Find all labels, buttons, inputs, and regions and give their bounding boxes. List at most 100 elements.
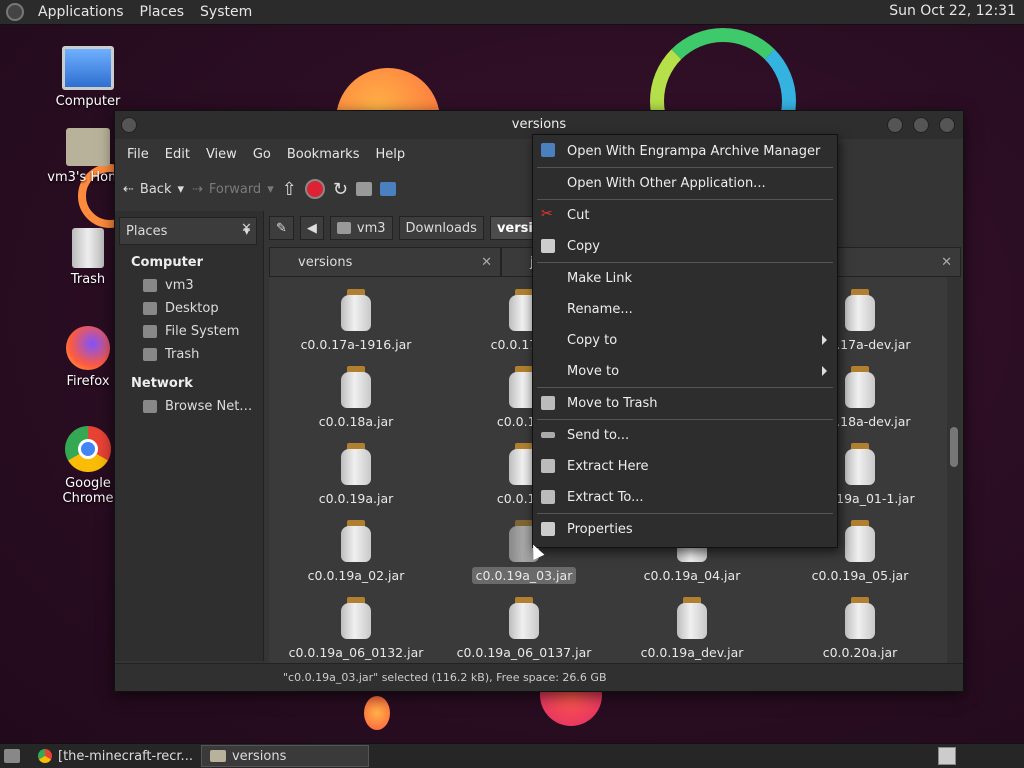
jar-file-icon — [509, 597, 539, 639]
menu-move-to-trash[interactable]: Move to Trash — [533, 388, 837, 419]
tab-close-icon[interactable]: ✕ — [481, 248, 492, 278]
close-icon[interactable] — [939, 117, 955, 133]
menu-copy[interactable]: Copy — [533, 231, 837, 262]
sidebar-section-computer: Computer — [131, 255, 204, 270]
show-desktop-icon[interactable] — [4, 749, 20, 763]
back-label: Back — [139, 181, 172, 197]
reload-icon[interactable]: ↻ — [333, 179, 348, 200]
trash-icon — [143, 348, 157, 361]
sidebar-item-vm3[interactable]: vm3 — [143, 274, 263, 297]
taskbar-item-versions[interactable]: versions — [200, 745, 369, 767]
file-item[interactable]: c0.0.20a.jar — [785, 597, 935, 660]
menu-cut[interactable]: ✂ Cut — [533, 200, 837, 231]
home-icon — [143, 279, 157, 292]
places-menu[interactable]: Places — [132, 4, 193, 20]
home-icon[interactable] — [355, 182, 372, 196]
edit-location-icon[interactable]: ✎ — [269, 216, 294, 240]
sidebar-close-icon[interactable]: ✕ — [241, 221, 252, 236]
vertical-scrollbar[interactable] — [947, 277, 961, 663]
trash-icon — [541, 396, 555, 410]
file-label: c0.0.18a.jar — [318, 414, 394, 429]
desktop-icon-label: Firefox — [66, 374, 110, 389]
jar-file-icon — [677, 597, 707, 639]
file-item[interactable]: c0.0.19a_dev.jar — [617, 597, 767, 660]
menu-help[interactable]: Help — [367, 147, 413, 162]
menu-open-with-engrampa[interactable]: Open With Engrampa Archive Manager — [533, 135, 837, 167]
chrome-icon — [65, 426, 111, 472]
submenu-arrow-icon — [822, 335, 827, 345]
window-menu-icon[interactable] — [121, 117, 137, 133]
path-vm3-button[interactable]: vm3 — [329, 216, 393, 240]
path-left-arrow-icon[interactable]: ◀ — [299, 216, 324, 240]
forward-dropdown-icon[interactable]: ▾ — [267, 182, 274, 197]
system-menu[interactable]: System — [192, 4, 260, 20]
maximize-icon[interactable] — [913, 117, 929, 133]
taskbar-item-chrome[interactable]: [the-minecraft-recr... — [30, 746, 201, 766]
file-item[interactable]: c0.0.19a_06_0132.jar — [281, 597, 431, 660]
menu-item-label: Make Link — [567, 271, 632, 286]
sidebar: Places ▾ Computer vm3 Desktop File Syste… — [115, 211, 264, 661]
tab-label: versions — [298, 255, 353, 270]
menu-extract-here[interactable]: Extract Here — [533, 451, 837, 482]
sidebar-item-filesystem[interactable]: File System — [143, 320, 263, 343]
top-panel-menus: Applications Places System — [30, 0, 260, 24]
file-item[interactable]: c0.0.19a_06_0137.jar — [449, 597, 599, 660]
menu-open-with-other[interactable]: Open With Other Application... — [533, 168, 837, 199]
path-label: vm3 — [356, 220, 386, 236]
file-item[interactable]: c0.0.19a.jar — [281, 443, 431, 506]
menu-move-to[interactable]: Move to — [533, 356, 837, 387]
places-dropdown[interactable]: Places ▾ — [119, 217, 257, 245]
distro-logo-icon[interactable] — [6, 3, 24, 21]
menu-edit[interactable]: Edit — [157, 147, 198, 162]
back-button[interactable]: ⇠ Back ▾ — [123, 182, 184, 197]
file-item[interactable]: c0.0.19a_02.jar — [281, 520, 431, 583]
menu-copy-to[interactable]: Copy to — [533, 325, 837, 356]
up-icon[interactable]: ⇧ — [282, 179, 297, 200]
forward-button[interactable]: ⇢ Forward ▾ — [192, 182, 274, 197]
menu-properties[interactable]: Properties — [533, 514, 837, 545]
jar-file-icon — [845, 366, 875, 408]
desktop-icon-label: Google Chrome — [62, 476, 114, 506]
menu-file[interactable]: File — [119, 147, 157, 162]
computer-icon — [62, 46, 114, 90]
sidebar-item-label: Browse Net… — [165, 399, 253, 414]
computer-toolbar-icon[interactable] — [379, 182, 396, 196]
sidebar-item-label: Trash — [165, 347, 200, 362]
scrollbar-thumb[interactable] — [950, 427, 958, 467]
clock[interactable]: Sun Oct 22, 12:31 — [889, 3, 1016, 19]
sidebar-item-desktop[interactable]: Desktop — [143, 297, 263, 320]
menu-make-link[interactable]: Make Link — [533, 263, 837, 294]
menu-rename[interactable]: Rename... — [533, 294, 837, 325]
workspace-switcher[interactable] — [938, 747, 956, 765]
sidebar-item-trash[interactable]: Trash — [143, 343, 263, 366]
back-dropdown-icon[interactable]: ▾ — [177, 182, 184, 197]
status-bar: "c0.0.19a_03.jar" selected (116.2 kB), F… — [115, 663, 963, 691]
menu-bookmarks[interactable]: Bookmarks — [279, 147, 368, 162]
menu-view[interactable]: View — [198, 147, 245, 162]
desktop-icon — [143, 302, 157, 315]
sidebar-item-label: vm3 — [165, 278, 194, 293]
stop-icon[interactable] — [304, 179, 325, 199]
menu-item-label: Open With Engrampa Archive Manager — [567, 143, 821, 159]
file-item[interactable]: c0.0.17a-1916.jar — [281, 289, 431, 352]
tab-close-icon[interactable]: ✕ — [941, 248, 952, 278]
minimize-icon[interactable] — [887, 117, 903, 133]
taskbar-item-label: [the-minecraft-recr... — [58, 748, 193, 764]
menu-extract-to[interactable]: Extract To... — [533, 482, 837, 513]
menu-item-label: Extract To... — [567, 490, 644, 505]
send-icon — [541, 432, 555, 438]
copy-icon — [541, 239, 555, 253]
menu-send-to[interactable]: Send to... — [533, 420, 837, 451]
back-arrow-icon: ⇠ — [123, 181, 134, 197]
menu-item-label: Move to Trash — [567, 396, 658, 411]
network-icon — [143, 400, 157, 413]
tab-versions[interactable]: versions ✕ — [269, 247, 501, 277]
applications-menu[interactable]: Applications — [30, 4, 132, 20]
path-downloads-button[interactable]: Downloads — [398, 216, 484, 240]
desktop-icon-computer[interactable]: Computer — [40, 46, 136, 109]
file-item[interactable]: c0.0.18a.jar — [281, 366, 431, 429]
sidebar-item-browse-network[interactable]: Browse Net… — [143, 395, 263, 418]
properties-icon — [541, 522, 555, 536]
menu-go[interactable]: Go — [245, 147, 279, 162]
forward-arrow-icon: ⇢ — [192, 181, 203, 197]
